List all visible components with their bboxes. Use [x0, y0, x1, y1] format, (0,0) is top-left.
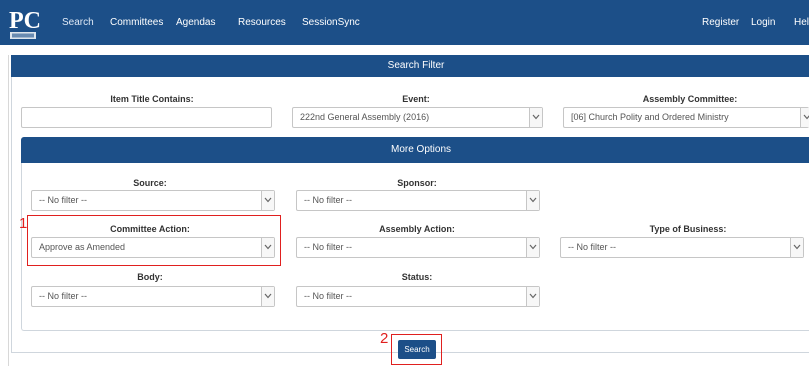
annotation-number-2: 2 — [380, 330, 389, 347]
chevron-down-icon — [261, 191, 274, 210]
event-label: Event: — [402, 94, 430, 104]
divider — [8, 55, 9, 366]
status-label: Status: — [401, 272, 433, 282]
source-select[interactable]: -- No filter -- — [31, 190, 275, 211]
nav-help[interactable]: Hel — [794, 0, 809, 45]
nav-search[interactable]: Search — [62, 0, 94, 45]
pc-logo[interactable]: PC — [6, 3, 52, 43]
search-filter-header: Search Filter — [11, 55, 809, 77]
assembly-committee-label: Assembly Committee: — [642, 94, 738, 104]
body-select[interactable]: -- No filter -- — [31, 286, 275, 307]
chevron-down-icon — [790, 238, 803, 257]
assembly-action-label: Assembly Action: — [379, 224, 455, 234]
status-select[interactable]: -- No filter -- — [296, 286, 540, 307]
nav-committees[interactable]: Committees — [110, 0, 163, 45]
nav-register[interactable]: Register — [702, 0, 739, 45]
item-title-label: Item Title Contains: — [110, 94, 194, 104]
source-label: Source: — [133, 178, 167, 188]
body-value: -- No filter -- — [39, 291, 87, 301]
status-value: -- No filter -- — [304, 291, 352, 301]
nav-agendas[interactable]: Agendas — [176, 0, 215, 45]
event-select[interactable]: 222nd General Assembly (2016) — [292, 107, 543, 128]
sponsor-select[interactable]: -- No filter -- — [296, 190, 540, 211]
chevron-down-icon — [526, 287, 539, 306]
chevron-down-icon — [529, 108, 542, 127]
chevron-down-icon — [526, 238, 539, 257]
event-value: 222nd General Assembly (2016) — [300, 112, 430, 122]
item-title-input[interactable] — [21, 107, 272, 128]
highlight-committee-action — [27, 215, 281, 266]
sponsor-value: -- No filter -- — [304, 195, 352, 205]
more-options-header: More Options — [21, 137, 809, 163]
assembly-committee-select[interactable]: [06] Church Polity and Ordered Ministry — [563, 107, 809, 128]
type-of-business-select[interactable]: -- No filter -- — [560, 237, 804, 258]
logo-text: PC — [9, 8, 41, 34]
assembly-committee-value: [06] Church Polity and Ordered Ministry — [571, 112, 729, 122]
search-button[interactable]: Search — [398, 340, 436, 359]
chevron-down-icon — [261, 287, 274, 306]
nav-sessionsync[interactable]: SessionSync — [302, 0, 360, 45]
chevron-down-icon — [526, 191, 539, 210]
top-nav: PC Search Committees Agendas Resources S… — [0, 0, 809, 45]
assembly-action-select[interactable]: -- No filter -- — [296, 237, 540, 258]
chevron-down-icon — [800, 108, 809, 127]
type-of-business-value: -- No filter -- — [568, 242, 616, 252]
nav-resources[interactable]: Resources — [238, 0, 286, 45]
assembly-action-value: -- No filter -- — [304, 242, 352, 252]
sponsor-label: Sponsor: — [397, 178, 437, 188]
source-value: -- No filter -- — [39, 195, 87, 205]
body-label: Body: — [137, 272, 163, 282]
type-of-business-label: Type of Business: — [649, 224, 727, 234]
nav-login[interactable]: Login — [751, 0, 775, 45]
